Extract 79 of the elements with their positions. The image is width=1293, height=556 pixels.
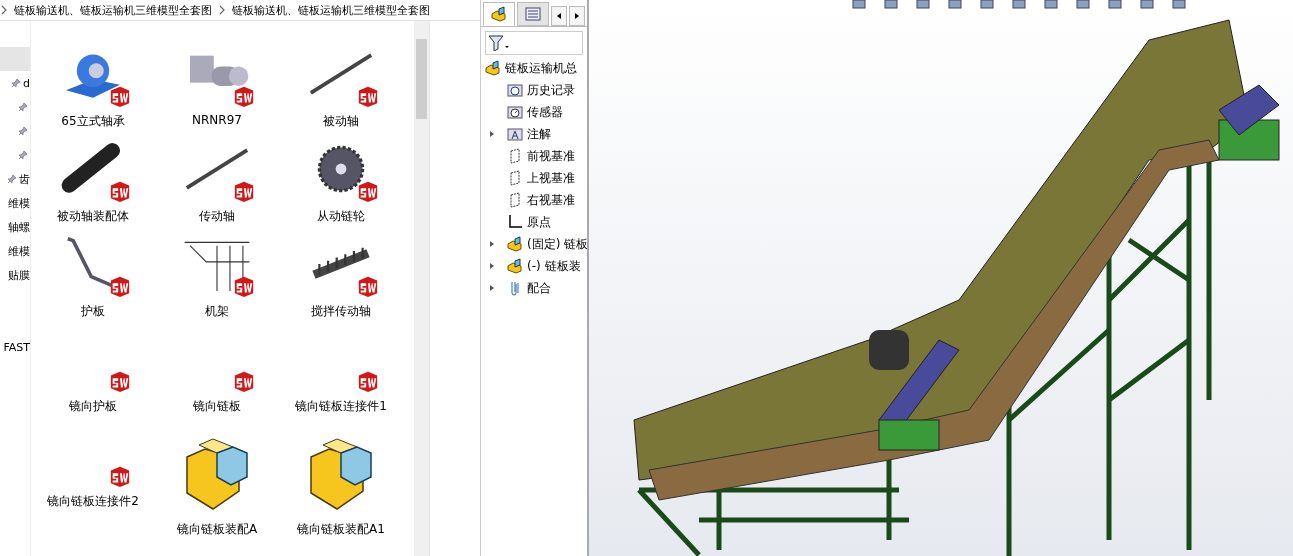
file-name[interactable]: 搅拌传动轴: [311, 303, 371, 320]
pin-icon: [18, 126, 28, 136]
annotation-folder-icon: [507, 126, 523, 142]
file-name[interactable]: 被动轴装配体: [57, 208, 129, 225]
expand-arrow-icon: [489, 130, 495, 138]
nav-item[interactable]: 齿: [19, 171, 30, 187]
file-name[interactable]: 镜向链板: [193, 398, 241, 415]
tree-item[interactable]: 上视基准: [527, 169, 575, 187]
file-name[interactable]: 机架: [205, 303, 229, 320]
chevron-icon: [218, 5, 226, 15]
plane-icon: [507, 170, 523, 186]
left-arrow-icon: [555, 12, 563, 20]
solidworks-file-icon: [233, 85, 255, 107]
sensor-folder-icon: [507, 104, 523, 120]
file-name[interactable]: NRNR97: [192, 113, 242, 127]
pin-icon: [7, 174, 17, 184]
pin-icon: [18, 150, 28, 160]
tree-item[interactable]: 链板运输机总: [505, 59, 577, 77]
assembly-icon: [485, 60, 501, 76]
pin-icon: [11, 78, 21, 88]
tree-item[interactable]: (固定) 链板: [527, 235, 587, 253]
solidworks-file-icon: [109, 465, 131, 487]
right-arrow-icon: [573, 12, 581, 20]
solidworks-file-icon: [357, 180, 379, 202]
chevron-icon: [0, 5, 8, 15]
assembly-icon: [507, 258, 523, 274]
scroll-right-button[interactable]: [569, 6, 585, 26]
nav-item[interactable]: 贴膜: [8, 267, 30, 283]
file-name[interactable]: 护板: [81, 303, 105, 320]
file-name[interactable]: 从动链轮: [317, 208, 365, 225]
nav-item[interactable]: 轴螺: [8, 219, 30, 235]
file-name[interactable]: 镜向链板装配A1: [297, 521, 385, 538]
plane-icon: [507, 148, 523, 164]
solidworks-file-icon: [357, 370, 379, 392]
expand-arrow-icon: [489, 284, 495, 292]
assembly-icon: [491, 6, 507, 22]
solidworks-file-icon: [233, 275, 255, 297]
solidworks-file-icon: [233, 180, 255, 202]
breadcrumb-item[interactable]: 链板输送机、链板运输机三维模型全套图: [232, 2, 430, 18]
tree-item[interactable]: 历史记录: [527, 81, 575, 99]
assembly-icon: [507, 236, 523, 252]
solidworks-file-icon: [109, 85, 131, 107]
tree-item[interactable]: (-) 链板装: [527, 257, 581, 275]
pin-icon: [18, 102, 28, 112]
solidworks-file-icon: [109, 180, 131, 202]
solidworks-file-icon: [357, 85, 379, 107]
breadcrumb-item[interactable]: 链板输送机、链板运输机三维模型全套图: [14, 2, 212, 18]
tree-item[interactable]: 右视基准: [527, 191, 575, 209]
file-name[interactable]: 65立式轴承: [61, 113, 125, 130]
solidworks-file-icon: [233, 370, 255, 392]
tree-item[interactable]: 前视基准: [527, 147, 575, 165]
file-name[interactable]: 镜向链板装配A: [176, 521, 258, 538]
origin-icon: [507, 214, 523, 230]
tree-item[interactable]: 传感器: [527, 103, 563, 121]
file-name[interactable]: 镜向护板: [69, 398, 117, 415]
file-name[interactable]: 被动轴: [323, 113, 359, 130]
nav-item[interactable]: FAST: [3, 340, 30, 354]
nav-item[interactable]: 维模: [8, 243, 30, 259]
assembly-tab[interactable]: [483, 2, 515, 26]
filter-field[interactable]: [485, 31, 583, 55]
plane-icon: [507, 192, 523, 208]
file-name[interactable]: 传动轴: [199, 208, 235, 225]
solidworks-file-icon: [357, 275, 379, 297]
filter-icon: [488, 35, 510, 51]
tree-item[interactable]: 配合: [527, 279, 551, 297]
nav-item[interactable]: 维模: [8, 195, 30, 211]
history-folder-icon: [507, 82, 523, 98]
file-name[interactable]: 镜向链板连接件1: [295, 398, 387, 415]
scrollbar[interactable]: [414, 21, 429, 556]
nav-item[interactable]: d: [23, 76, 30, 90]
expand-arrow-icon: [489, 240, 495, 248]
tree-item[interactable]: 注解: [527, 125, 551, 143]
solidworks-file-icon: [109, 370, 131, 392]
list-icon: [525, 6, 541, 22]
tree-item[interactable]: 原点: [527, 213, 551, 231]
solidworks-file-icon: [109, 275, 131, 297]
file-name[interactable]: 镜向链板连接件2: [47, 493, 139, 510]
scroll-left-button[interactable]: [551, 6, 567, 26]
expand-arrow-icon: [489, 262, 495, 270]
